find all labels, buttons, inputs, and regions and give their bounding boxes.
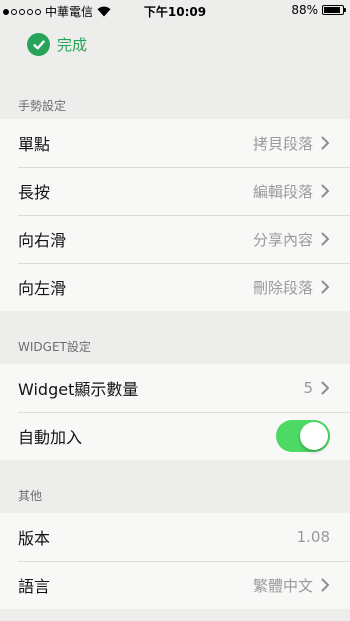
- settings-group-widget: Widget顯示數量 5 自動加入: [0, 364, 350, 460]
- chevron-right-icon: [321, 578, 329, 592]
- row-label: 版本: [18, 529, 51, 548]
- checkmark-icon: [27, 33, 50, 56]
- status-bar: 中華電信 下午10:09 88%: [0, 0, 350, 20]
- row-value: 繁體中文: [252, 576, 313, 595]
- done-label: 完成: [57, 36, 88, 54]
- row-label: 長按: [18, 183, 51, 202]
- row-label: 自動加入: [18, 428, 83, 447]
- chevron-right-icon: [321, 136, 329, 150]
- settings-row-swipe-right[interactable]: 向右滑 分享內容: [0, 215, 350, 263]
- chevron-right-icon: [321, 381, 329, 395]
- row-value: 分享內容: [252, 230, 313, 249]
- section-header-other: 其他: [18, 489, 43, 503]
- toggle-knob: [300, 422, 328, 450]
- section-header-widget: WIDGET設定: [18, 340, 91, 354]
- settings-row-auto-add: 自動加入: [0, 412, 350, 460]
- row-value: 拷貝段落: [252, 134, 313, 153]
- row-value: 刪除段落: [252, 278, 313, 297]
- auto-add-toggle[interactable]: [276, 420, 330, 452]
- settings-group-other: 版本 1.08 語言 繁體中文: [0, 513, 350, 609]
- settings-group-gestures: 單點 拷貝段落 長按 編輯段落 向右滑 分享內容 向左滑 刪除段落: [0, 119, 350, 311]
- row-label: 向右滑: [18, 231, 67, 250]
- settings-row-version: 版本 1.08: [0, 513, 350, 561]
- battery-fill: [324, 7, 340, 13]
- row-value: 編輯段落: [252, 182, 313, 201]
- nav-bar: 完成: [0, 20, 350, 70]
- row-label: 向左滑: [18, 279, 67, 298]
- section-header-gestures: 手勢設定: [18, 99, 67, 113]
- chevron-right-icon: [321, 232, 329, 246]
- battery-percent: 88%: [291, 3, 318, 17]
- row-label: Widget顯示數量: [18, 380, 139, 399]
- chevron-right-icon: [321, 280, 329, 294]
- done-button[interactable]: 完成: [27, 33, 87, 56]
- settings-row-swipe-left[interactable]: 向左滑 刪除段落: [0, 263, 350, 311]
- chevron-right-icon: [321, 184, 329, 198]
- row-value: 5: [303, 379, 313, 397]
- settings-row-language[interactable]: 語言 繁體中文: [0, 561, 350, 609]
- settings-row-widget-count[interactable]: Widget顯示數量 5: [0, 364, 350, 412]
- settings-row-long-press[interactable]: 長按 編輯段落: [0, 167, 350, 215]
- status-right: 88%: [291, 3, 346, 17]
- row-label: 單點: [18, 135, 51, 154]
- battery-icon: [322, 5, 346, 15]
- version-value: 1.08: [296, 528, 330, 546]
- row-label: 語言: [18, 577, 51, 596]
- settings-row-tap[interactable]: 單點 拷貝段落: [0, 119, 350, 167]
